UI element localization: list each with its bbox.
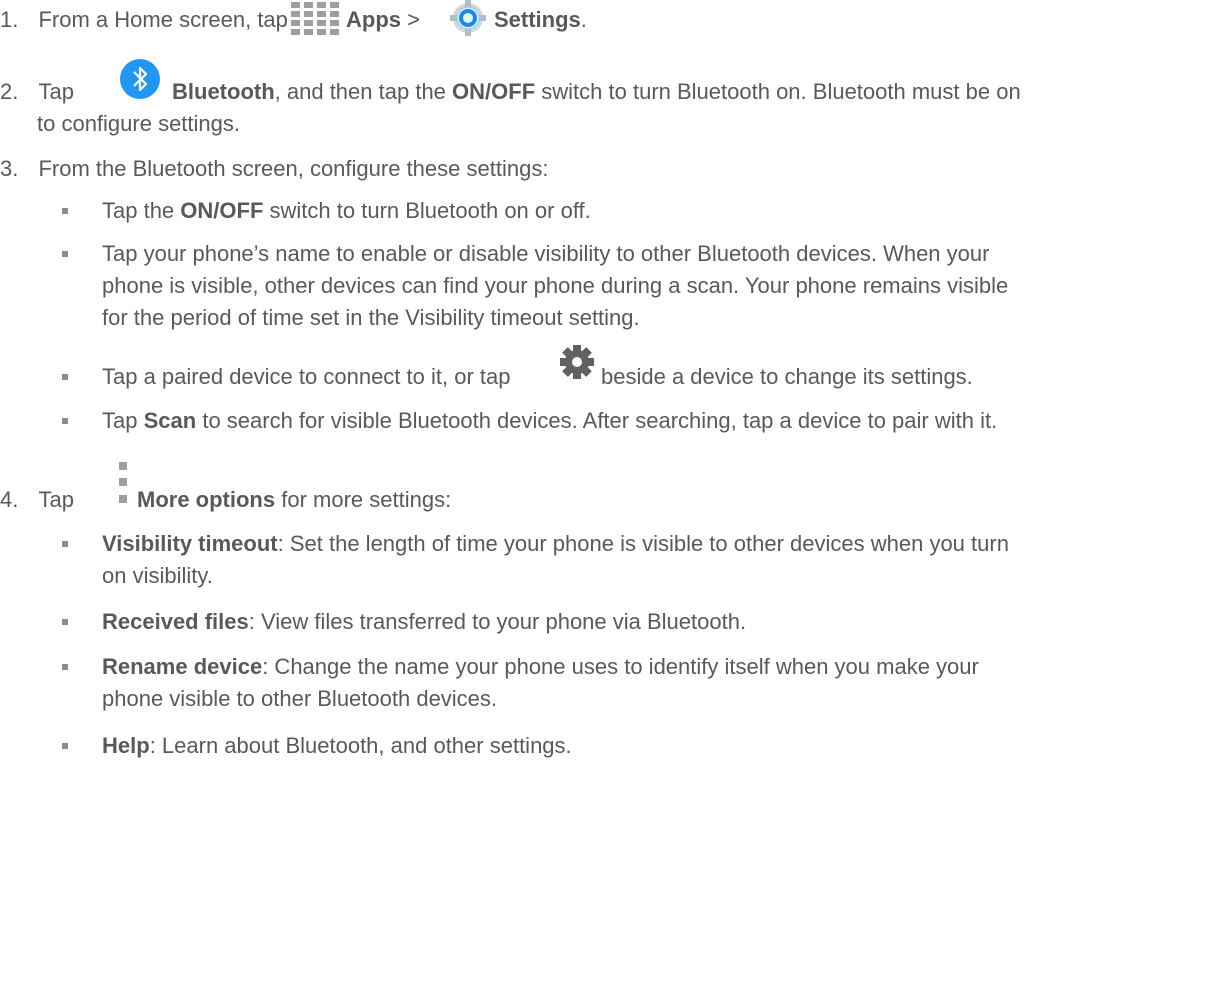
more-options-label: More options: [137, 487, 276, 512]
step-4-rest: More options for more settings:: [137, 486, 451, 514]
more-options-icon: [119, 462, 127, 503]
bullet-text: switch to turn Bluetooth on or off.: [269, 198, 591, 223]
bullet-received-files: Received files: View files transferred t…: [102, 608, 746, 636]
term: Visibility timeout: [102, 531, 278, 556]
bullet-marker: [62, 664, 68, 670]
bullet-marker: [62, 619, 68, 625]
bullet-text: : Set the length of time your phone is v…: [277, 531, 1009, 556]
bullet-text: Tap the: [102, 198, 175, 223]
step-2: 2. Tap: [0, 78, 74, 106]
step-1: 1. From a Home screen, tap: [0, 6, 288, 34]
step-text: From a Home screen, tap: [38, 7, 288, 32]
term: Rename device: [102, 654, 263, 679]
onoff-label: ON/OFF: [180, 198, 264, 223]
bullet-visibility-line2: phone is visible, other devices can find…: [102, 273, 1009, 298]
step-number: 3.: [0, 156, 19, 181]
bullet-text: : View files transferred to your phone v…: [248, 609, 747, 634]
bullet-marker: [62, 743, 68, 749]
bullet-visibility-line3: for the period of time set in the Visibi…: [102, 305, 640, 330]
bullet-help: Help: Learn about Bluetooth, and other s…: [102, 732, 572, 760]
gear-icon: [560, 345, 594, 379]
bluetooth-icon: [120, 59, 160, 99]
step-1-end: Settings.: [494, 6, 587, 34]
step-2-rest: Bluetooth, and then tap the ON/OFF switc…: [172, 78, 1021, 106]
bullet-rename-device: Rename device: Change the name your phon…: [102, 653, 979, 681]
bullet-text: Tap: [102, 408, 138, 433]
bullet-marker: [62, 418, 68, 424]
bullet-scan: Tap Scan to search for visible Bluetooth…: [102, 407, 997, 435]
step-1-rest: Apps >: [346, 6, 420, 34]
bluetooth-label: Bluetooth: [172, 79, 275, 104]
bullet-paired-end: beside a device to change its settings.: [601, 364, 973, 389]
step-text: switch to turn Bluetooth on. Bluetooth m…: [541, 79, 1021, 104]
bullet-marker: [62, 208, 68, 214]
apps-grid-icon: [291, 2, 339, 35]
step-text: From the Bluetooth screen, configure the…: [38, 156, 549, 181]
bullet-marker: [62, 251, 68, 257]
bullet-text: : Learn about Bluetooth, and other setti…: [149, 733, 572, 758]
step-2-line2: to configure settings.: [37, 111, 241, 136]
step-text: , and then tap the: [274, 79, 446, 104]
step-number: 4.: [0, 487, 19, 512]
bullet-visibility-timeout: Visibility timeout: Set the length of ti…: [102, 530, 1009, 558]
bullet-onoff: Tap the ON/OFF switch to turn Bluetooth …: [102, 197, 591, 225]
bullet-marker: [62, 541, 68, 547]
bullet-rename-device-line2: phone visible to other Bluetooth devices…: [102, 686, 498, 711]
settings-label: Settings: [494, 7, 581, 32]
term: Help: [102, 733, 150, 758]
bullet-visibility-timeout-line2: on visibility.: [102, 563, 213, 588]
step-text: for more settings:: [281, 487, 452, 512]
separator: >: [407, 7, 420, 32]
step-number: 1.: [0, 7, 19, 32]
step-text: Tap: [38, 487, 74, 512]
apps-label: Apps: [346, 7, 401, 32]
step-3: 3. From the Bluetooth screen, configure …: [0, 155, 548, 183]
scan-label: Scan: [143, 408, 197, 433]
bullet-visibility-line1: Tap your phone’s name to enable or disab…: [102, 241, 990, 266]
step-text: Tap: [38, 79, 74, 104]
bullet-marker: [62, 374, 68, 380]
settings-gear-icon: [450, 0, 486, 36]
bullet-text: to search for visible Bluetooth devices.…: [202, 408, 998, 433]
bullet-paired-start: Tap a paired device to connect to it, or…: [102, 364, 511, 389]
onoff-label: ON/OFF: [452, 79, 536, 104]
step-4: 4. Tap: [0, 486, 74, 514]
bullet-text: : Change the name your phone uses to ide…: [262, 654, 979, 679]
term: Received files: [102, 609, 249, 634]
period: .: [580, 7, 587, 32]
step-number: 2.: [0, 79, 19, 104]
